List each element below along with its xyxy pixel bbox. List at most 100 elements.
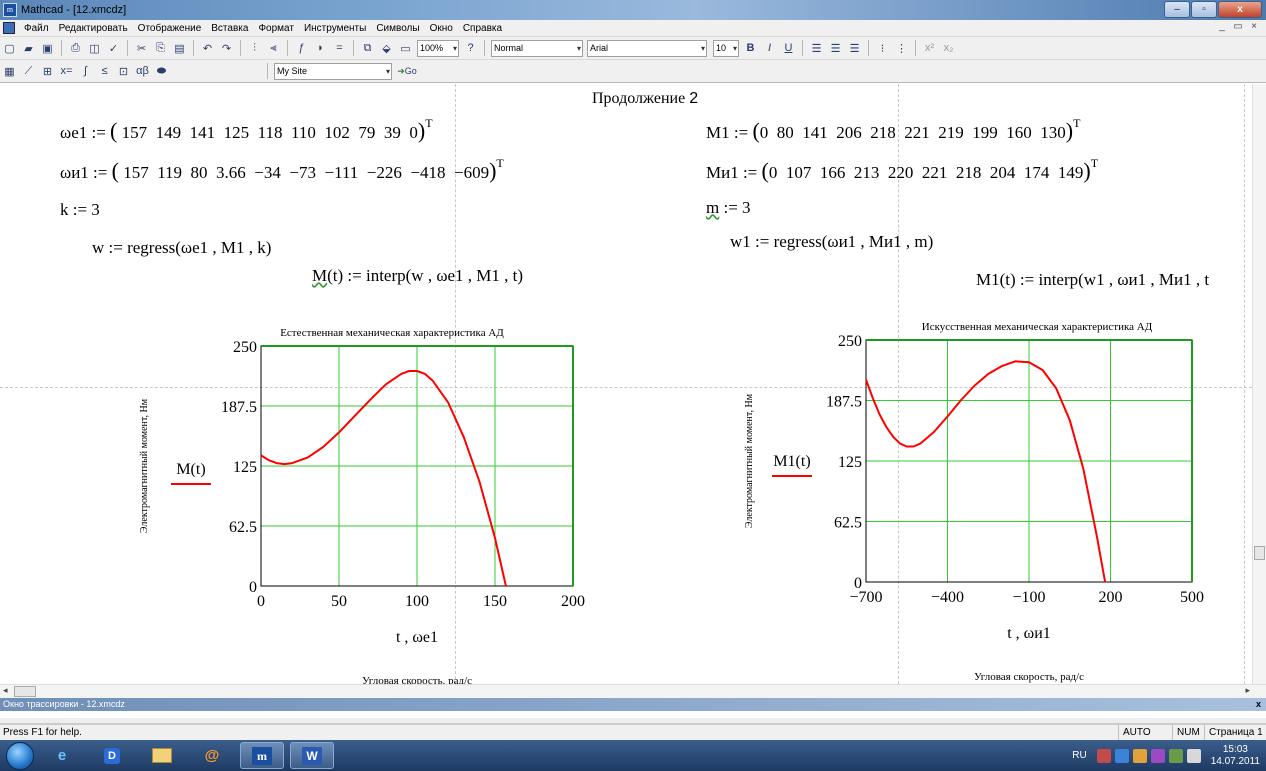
resource-center-icon[interactable]: ▭ xyxy=(397,40,414,57)
underline-button[interactable]: U xyxy=(780,40,797,57)
insert-component-icon[interactable]: ⬙ xyxy=(378,40,395,57)
undo-icon[interactable]: ↶ xyxy=(199,40,216,57)
formula-k[interactable]: k := 3 xyxy=(60,200,100,220)
minimize-button[interactable]: ‒ xyxy=(1164,1,1190,18)
menu-window[interactable]: Окно xyxy=(425,20,458,37)
new-icon[interactable]: ▢ xyxy=(1,40,18,57)
calculate-icon[interactable]: = xyxy=(331,40,348,57)
bold-button[interactable]: B xyxy=(742,40,759,57)
worksheet[interactable]: Продолжение 2 ωe1 := ( 157 149 141 125 1… xyxy=(0,84,1252,684)
style-select[interactable]: Normal ▾ xyxy=(491,39,583,57)
vertical-scrollbar[interactable] xyxy=(1252,84,1266,684)
font-size-select[interactable]: 10 ▾ xyxy=(713,39,739,57)
insert-unit-icon[interactable]: ◗ xyxy=(312,40,329,57)
subscript-icon[interactable]: x₂ xyxy=(940,40,957,57)
clock[interactable]: 15:03 14.07.2011 xyxy=(1211,744,1260,768)
redo-icon[interactable]: ↷ xyxy=(218,40,235,57)
scroll-right-icon[interactable]: ▸ xyxy=(1245,685,1250,696)
evaluation-icon[interactable]: x= xyxy=(58,63,75,80)
formula-w-regress[interactable]: w := regress(ωe1 , M1 , k) xyxy=(92,238,271,258)
internet-explorer-icon[interactable]: e xyxy=(40,742,84,769)
tray-volume-icon[interactable] xyxy=(1186,748,1201,763)
tray-update-icon[interactable] xyxy=(1132,748,1147,763)
mathcad-taskbar-icon[interactable]: m xyxy=(240,742,284,769)
close-button[interactable]: x xyxy=(1218,1,1262,18)
doc-close-icon[interactable]: × xyxy=(1246,21,1262,32)
superscript-icon[interactable]: x² xyxy=(921,40,938,57)
maximize-button[interactable]: ▫ xyxy=(1191,1,1217,18)
boolean-icon[interactable]: ≤ xyxy=(96,63,113,80)
formula-M-interp[interactable]: M(t) := interp(w , ωe1 , M1 , t) xyxy=(312,266,523,286)
chart-natural-characteristic[interactable]: Естественная механическая характеристика… xyxy=(135,320,585,684)
copy-icon[interactable]: ⎘ xyxy=(152,40,169,57)
formula-M1-interp[interactable]: M1(t) := interp(w1 , ωи1 , Mи1 , t xyxy=(976,270,1209,290)
paste-icon[interactable]: ▤ xyxy=(171,40,188,57)
insert-function-icon[interactable]: ƒ xyxy=(293,40,310,57)
menu-tools[interactable]: Инструменты xyxy=(299,20,371,37)
italic-button[interactable]: I xyxy=(761,40,778,57)
greek-icon[interactable]: αβ xyxy=(134,63,151,80)
align-across-icon[interactable]: ⫶ xyxy=(246,40,263,57)
go-button[interactable]: ➜ Go xyxy=(395,63,419,80)
formula-m[interactable]: m := 3 xyxy=(706,198,751,218)
numbering-icon[interactable]: ⋮ xyxy=(893,40,910,57)
print-preview-icon[interactable]: ◫ xyxy=(86,40,103,57)
horizontal-scrollbar[interactable]: ◂ ▸ xyxy=(0,684,1266,698)
symbolic-icon[interactable]: ⬬ xyxy=(153,63,170,80)
formula-omega-i1[interactable]: ωи1 := ( 157 119 80 3.66 −34 −73 −111 −2… xyxy=(60,156,504,184)
explorer-folder-icon[interactable] xyxy=(140,742,184,769)
doc-minimize-icon[interactable]: _ xyxy=(1214,21,1230,32)
zoom-select[interactable]: 100% ▾ xyxy=(417,39,459,57)
graph-icon[interactable]: ⟋ xyxy=(20,63,37,80)
font-select[interactable]: Arial ▾ xyxy=(587,39,707,57)
trace-window-body[interactable] xyxy=(0,711,1266,724)
tray-app-icon[interactable] xyxy=(1150,748,1165,763)
formula-omega-e1[interactable]: ωe1 := ( 157 149 141 125 118 110 102 79 … xyxy=(60,116,433,144)
horizontal-scroll-thumb[interactable] xyxy=(14,686,36,697)
align-left-icon[interactable]: ☰ xyxy=(808,40,825,57)
app-d-icon[interactable]: D xyxy=(90,742,134,769)
align-down-icon[interactable]: ⫷ xyxy=(265,40,282,57)
calculator-icon[interactable]: ▦ xyxy=(1,63,18,80)
continuation-heading[interactable]: Продолжение 2 xyxy=(592,90,698,108)
menu-symbolics[interactable]: Символы xyxy=(371,20,424,37)
insert-hyperlink-icon[interactable]: ⧉ xyxy=(359,40,376,57)
tray-flag-icon[interactable] xyxy=(1096,748,1111,763)
print-icon[interactable]: ⎙ xyxy=(67,40,84,57)
formula-M1[interactable]: M1 := (0 80 141 206 218 221 219 199 160 … xyxy=(706,116,1080,144)
align-center-icon[interactable]: ☰ xyxy=(827,40,844,57)
trace-scrollbar[interactable] xyxy=(0,718,1266,723)
doc-restore-icon[interactable]: ▭ xyxy=(1230,21,1246,32)
align-right-icon[interactable]: ☰ xyxy=(846,40,863,57)
plot-natural[interactable]: Естественная механическая характеристика… xyxy=(135,320,585,684)
programming-icon[interactable]: ⊡ xyxy=(115,63,132,80)
chart-artificial-characteristic[interactable]: Искусственная механическая характеристик… xyxy=(730,314,1230,683)
menu-edit[interactable]: Редактировать xyxy=(54,20,133,37)
bullets-icon[interactable]: ⁝ xyxy=(874,40,891,57)
mathcad-app-icon[interactable]: m xyxy=(3,3,17,17)
formula-Mi1[interactable]: Mи1 := (0 107 166 213 220 221 218 204 17… xyxy=(706,156,1098,184)
open-icon[interactable]: ▰ xyxy=(20,40,37,57)
mail-agent-icon[interactable]: @ xyxy=(190,742,234,769)
menu-file[interactable]: Файл xyxy=(19,20,54,37)
plot-artificial[interactable]: Искусственная механическая характеристик… xyxy=(730,314,1230,683)
calculus-icon[interactable]: ∫ xyxy=(77,63,94,80)
save-icon[interactable]: ▣ xyxy=(39,40,56,57)
formula-w1-regress[interactable]: w1 := regress(ωи1 , Mи1 , m) xyxy=(730,232,933,252)
site-select[interactable]: My Site ▾ xyxy=(274,62,392,80)
scroll-left-icon[interactable]: ◂ xyxy=(3,685,8,696)
word-taskbar-icon[interactable]: W xyxy=(290,742,334,769)
tray-network-icon[interactable] xyxy=(1114,748,1129,763)
language-indicator[interactable]: RU xyxy=(1072,750,1086,761)
menu-view[interactable]: Отображение xyxy=(133,20,207,37)
menu-help[interactable]: Справка xyxy=(458,20,507,37)
matrix-icon[interactable]: ⊞ xyxy=(39,63,56,80)
start-button[interactable] xyxy=(6,741,34,770)
menu-insert[interactable]: Вставка xyxy=(206,20,253,37)
cut-icon[interactable]: ✂ xyxy=(133,40,150,57)
document-icon[interactable] xyxy=(3,22,15,34)
menu-format[interactable]: Формат xyxy=(253,20,299,37)
spell-check-icon[interactable]: ✓ xyxy=(105,40,122,57)
trace-close-icon[interactable]: x xyxy=(1256,698,1261,711)
help-icon[interactable]: ? xyxy=(462,40,479,57)
